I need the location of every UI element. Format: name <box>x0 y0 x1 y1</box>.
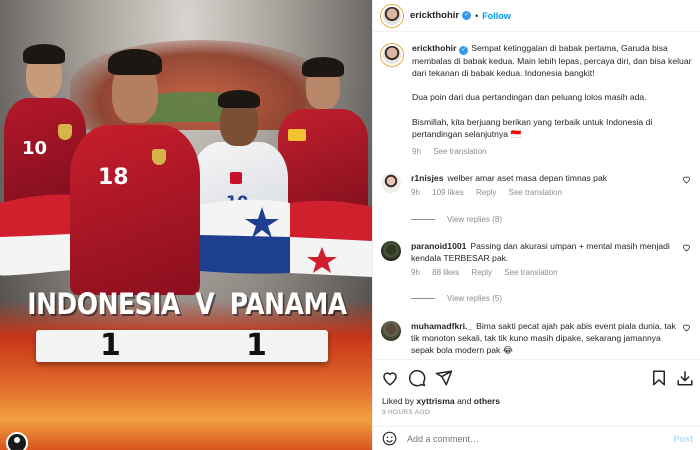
comment-text: welber amar aset masa depan timnas pak <box>447 173 608 183</box>
view-replies-label[interactable]: View replies (5) <box>447 294 502 303</box>
caption-paragraph: Dua poin dari dua pertandingan dan pelua… <box>412 92 647 103</box>
comment-avatar[interactable] <box>381 241 401 261</box>
verified-badge-icon: ✓ <box>462 11 472 20</box>
instagram-post: 10 10 <box>0 0 700 450</box>
likes-and: and <box>457 396 472 406</box>
comment-icon[interactable] <box>408 369 426 387</box>
heart-icon[interactable] <box>682 323 691 332</box>
garuda-crest <box>152 149 166 165</box>
tagged-user-icon[interactable] <box>6 432 28 450</box>
reply-button[interactable]: Reply <box>476 188 496 197</box>
liked-by-user[interactable]: xyttrisma <box>416 396 454 406</box>
laughing-emoji: 😂 <box>502 345 513 355</box>
comment-username[interactable]: paranoid1001 <box>411 241 466 251</box>
post-button[interactable]: Post <box>673 434 693 444</box>
comment-item: muhamadfkri._ Bima sakti pecat ajah pak a… <box>381 320 693 356</box>
jersey-number: 10 <box>22 138 48 159</box>
comment-likes[interactable]: 88 likes <box>432 268 459 277</box>
comment-item: paranoid1001 Passing dan akurasi umpan + … <box>381 240 693 279</box>
post-header: erickthohir ✓ • Follow <box>373 0 700 32</box>
post-image[interactable]: 10 10 <box>0 0 372 450</box>
comment-time: 9h <box>411 188 420 197</box>
comment-avatar[interactable] <box>381 173 401 193</box>
score-home: 1 <box>100 328 121 363</box>
versus-label: V <box>195 287 215 321</box>
team-away: PANAMA <box>229 287 347 321</box>
comment-likes[interactable]: 109 likes <box>432 188 464 197</box>
post-timestamp[interactable]: 9 HOURS AGO <box>382 409 430 416</box>
view-replies-label[interactable]: View replies (8) <box>447 215 502 224</box>
likes-prefix: Liked by <box>382 396 415 406</box>
caption-username[interactable]: erickthohir <box>412 43 456 53</box>
bookmark-icon[interactable] <box>650 369 668 387</box>
score-away: 1 <box>246 328 267 363</box>
team-home: INDONESIA <box>27 287 180 321</box>
heart-icon[interactable] <box>682 175 691 184</box>
player-center: 18 <box>60 45 210 295</box>
likes-summary: Liked by xyttrisma and others <box>382 396 500 406</box>
verified-badge-icon: ✓ <box>459 46 469 55</box>
emoji-icon[interactable] <box>382 431 397 446</box>
action-bar <box>373 359 700 395</box>
caption-paragraph: Bismillah, kita berjuang berikan yang te… <box>412 116 653 139</box>
caption: erickthohir ✓ Sempat ketinggalan di babak … <box>381 42 693 158</box>
match-title: INDONESIA V PANAMA <box>27 282 347 326</box>
score-bar: 1 1 <box>36 328 328 363</box>
download-icon[interactable] <box>676 369 694 387</box>
reply-button[interactable]: Reply <box>472 268 492 277</box>
comment-username[interactable]: r1nisjes <box>411 173 444 183</box>
separator: • <box>475 10 479 21</box>
header-username[interactable]: erickthohir <box>410 10 459 21</box>
view-replies-button[interactable]: View replies (8) <box>411 215 502 224</box>
see-translation-link[interactable]: See translation <box>504 268 557 277</box>
share-icon[interactable] <box>435 369 453 387</box>
follow-button[interactable]: Follow <box>482 11 511 21</box>
liked-by-others[interactable]: others <box>474 396 500 406</box>
add-comment-bar: Post <box>373 426 700 450</box>
heart-icon[interactable] <box>682 243 691 252</box>
comment-input[interactable] <box>407 433 647 444</box>
see-translation-link[interactable]: See translation <box>509 188 562 197</box>
heart-icon[interactable] <box>381 369 399 387</box>
comment-time: 9h <box>411 268 420 277</box>
comment-username[interactable]: muhamadfkri._ <box>411 321 472 331</box>
flag-emoji: 🇮🇩 <box>510 128 522 139</box>
caption-avatar[interactable] <box>381 44 403 66</box>
see-translation-link[interactable]: See translation <box>433 147 486 156</box>
comment-avatar[interactable] <box>381 321 401 341</box>
jersey-number: 18 <box>98 165 129 190</box>
caption-time[interactable]: 9h <box>412 147 421 156</box>
comment-item: r1nisjes welber amar aset masa depan timn… <box>381 172 693 199</box>
view-replies-button[interactable]: View replies (5) <box>411 294 502 303</box>
post-panel: erickthohir ✓ • Follow erickthohir ✓ Sempa… <box>372 0 700 450</box>
avatar[interactable] <box>381 4 403 27</box>
